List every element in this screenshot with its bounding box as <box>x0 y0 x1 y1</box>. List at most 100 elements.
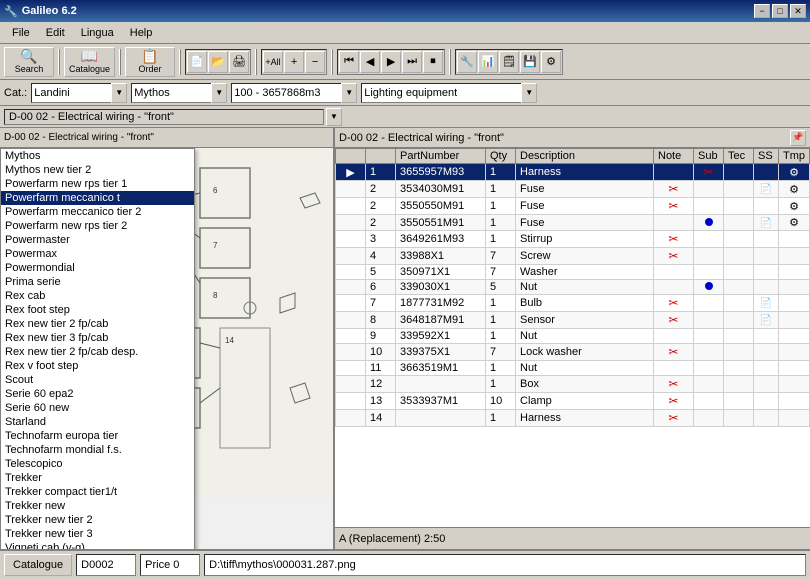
dropdown-item[interactable]: Mythos new tier 2 <box>1 163 194 177</box>
table-row[interactable]: 23550551M911Fuse📄⚙ <box>336 215 810 231</box>
col-header-sub[interactable]: Sub <box>694 149 724 164</box>
dropdown-item[interactable]: Trekker new <box>1 499 194 513</box>
lighting-combo: ▼ <box>361 83 537 103</box>
view2-button[interactable]: 📊 <box>478 51 498 73</box>
cat-input[interactable] <box>31 83 111 103</box>
minimize-button[interactable]: − <box>754 4 770 18</box>
table-row[interactable]: 10339375X17Lock washer✂ <box>336 344 810 361</box>
row-note <box>654 280 694 295</box>
col-header-qty[interactable]: Qty <box>486 149 516 164</box>
dropdown-item[interactable]: Technofarm europa tier <box>1 429 194 443</box>
catalogue-tab[interactable]: Catalogue <box>4 554 72 576</box>
row-qty: 1 <box>486 312 516 329</box>
dropdown-item[interactable]: Starland <box>1 415 194 429</box>
row-desc: Stirrup <box>516 231 654 248</box>
dropdown-item[interactable]: Serie 60 new <box>1 401 194 415</box>
dropdown-item[interactable]: Rex foot step <box>1 303 194 317</box>
table-row[interactable]: 6339030X15Nut <box>336 280 810 295</box>
dropdown-item[interactable]: Rex cab <box>1 289 194 303</box>
lighting-input[interactable] <box>361 83 521 103</box>
catalogue-button[interactable]: 📖 Catalogue <box>64 47 115 77</box>
table-row[interactable]: 23550550M911Fuse✂⚙ <box>336 198 810 215</box>
parts-table-container[interactable]: PartNumber Qty Description Note Sub Tec … <box>335 148 810 527</box>
dropdown-item[interactable]: Scout <box>1 373 194 387</box>
col-header-arrow <box>366 149 396 164</box>
view5-button[interactable]: ⚙ <box>541 51 561 73</box>
dropdown-item[interactable]: Trekker compact tier1/t <box>1 485 194 499</box>
dropdown-item[interactable]: Vigneti cab (v-g) <box>1 541 194 549</box>
table-row[interactable]: 33649261M931Stirrup✂ <box>336 231 810 248</box>
lighting-dropdown-btn[interactable]: ▼ <box>521 83 537 103</box>
table-row[interactable]: 9339592X11Nut <box>336 329 810 344</box>
dropdown-item[interactable]: Rex v foot step <box>1 359 194 373</box>
col-header-ss[interactable]: SS <box>754 149 779 164</box>
next-button[interactable]: ▶ <box>381 51 401 73</box>
open-button[interactable]: 📂 <box>208 51 228 73</box>
dropdown-item[interactable]: Telescopico <box>1 457 194 471</box>
menu-lingua[interactable]: Lingua <box>73 25 122 41</box>
dropdown-item[interactable]: Powerfarm meccanico t <box>1 191 194 205</box>
dropdown-item[interactable]: Trekker <box>1 471 194 485</box>
col-header-tec[interactable]: Tec <box>724 149 754 164</box>
model-dropdown[interactable]: MythosMythos new tier 2Powerfarm new rps… <box>0 148 195 549</box>
dropdown-item[interactable]: Technofarm mondial f.s. <box>1 443 194 457</box>
dropdown-item[interactable]: Powermaster <box>1 233 194 247</box>
stop-button[interactable]: ⏹ <box>423 51 443 73</box>
table-row[interactable]: 23534030M911Fuse✂📄⚙ <box>336 181 810 198</box>
dropdown-item[interactable]: Trekker new tier 3 <box>1 527 194 541</box>
dropdown-item[interactable]: Powermax <box>1 247 194 261</box>
model-input[interactable] <box>131 83 211 103</box>
select-all-button[interactable]: +All <box>263 51 283 73</box>
view3-button[interactable]: 🗒 <box>499 51 519 73</box>
code-dropdown-btn[interactable]: ▼ <box>341 83 357 103</box>
model-dropdown-btn[interactable]: ▼ <box>211 83 227 103</box>
dropdown-item[interactable]: Powermondial <box>1 261 194 275</box>
last-button[interactable]: ⏭ <box>402 51 422 73</box>
table-row[interactable]: ▶13655957M931Harness✂⚙ <box>336 164 810 181</box>
dropdown-item[interactable]: Powerfarm meccanico tier 2 <box>1 205 194 219</box>
dropdown-item[interactable]: Powerfarm new rps tier 1 <box>1 177 194 191</box>
cat-dropdown-btn[interactable]: ▼ <box>111 83 127 103</box>
menu-help[interactable]: Help <box>122 25 161 41</box>
breadcrumb-expand-btn[interactable]: ▼ <box>326 108 342 126</box>
dropdown-item[interactable]: Serie 60 epa2 <box>1 387 194 401</box>
first-button[interactable]: ⏮ <box>339 51 359 73</box>
table-row[interactable]: 83648187M911Sensor✂📄 <box>336 312 810 329</box>
dropdown-item[interactable]: Powerfarm new rps tier 2 <box>1 219 194 233</box>
dropdown-item[interactable]: Rex new tier 2 fp/cab desp. <box>1 345 194 359</box>
search-button[interactable]: 🔍 Search <box>4 47 54 77</box>
row-qty: 1 <box>486 164 516 181</box>
dropdown-item[interactable]: Mythos <box>1 149 194 163</box>
remove-button[interactable]: − <box>305 51 325 73</box>
close-button[interactable]: ✕ <box>790 4 806 18</box>
col-header-note[interactable]: Note <box>654 149 694 164</box>
maximize-button[interactable]: □ <box>772 4 788 18</box>
add-button[interactable]: + <box>284 51 304 73</box>
menu-edit[interactable]: Edit <box>38 25 73 41</box>
table-row[interactable]: 71877731M921Bulb✂📄 <box>336 295 810 312</box>
menu-file[interactable]: File <box>4 25 38 41</box>
table-row[interactable]: 5350971X17Washer <box>336 265 810 280</box>
print-button[interactable]: 🖨 <box>229 51 249 73</box>
dropdown-item[interactable]: Prima serie <box>1 275 194 289</box>
dropdown-item[interactable]: Rex new tier 2 fp/cab <box>1 317 194 331</box>
col-header-partnum[interactable]: PartNumber <box>396 149 486 164</box>
table-row[interactable]: 121Box✂ <box>336 376 810 393</box>
table-row[interactable]: 113663519M11Nut <box>336 361 810 376</box>
dropdown-item[interactable]: Trekker new tier 2 <box>1 513 194 527</box>
table-row[interactable]: 133533937M110Clamp✂ <box>336 393 810 410</box>
row-arrow <box>336 215 366 231</box>
view4-button[interactable]: 💾 <box>520 51 540 73</box>
pin-button[interactable]: 📌 <box>790 130 806 146</box>
table-row[interactable]: 433988X17Screw✂ <box>336 248 810 265</box>
row-sub <box>694 393 724 410</box>
new-button[interactable]: 📄 <box>187 51 207 73</box>
prev-button[interactable]: ◀ <box>360 51 380 73</box>
col-header-desc[interactable]: Description <box>516 149 654 164</box>
col-header-tmp[interactable]: Tmp <box>779 149 810 164</box>
table-row[interactable]: 141Harness✂ <box>336 410 810 427</box>
code-input[interactable] <box>231 83 341 103</box>
view1-button[interactable]: 🔧 <box>457 51 477 73</box>
order-button[interactable]: 📋 Order <box>125 47 175 77</box>
dropdown-item[interactable]: Rex new tier 3 fp/cab <box>1 331 194 345</box>
